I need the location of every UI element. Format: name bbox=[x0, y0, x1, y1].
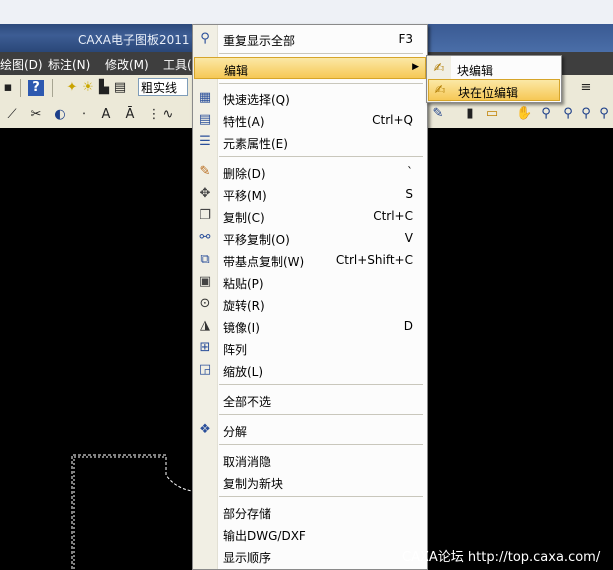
linetype-label: 粗实线 bbox=[141, 81, 178, 95]
menu-item-copy-as-new-block[interactable]: 复制为新块 bbox=[193, 471, 427, 493]
delete-icon: ✎ bbox=[199, 164, 211, 179]
move-icon: ✥ bbox=[199, 186, 211, 201]
block-edit-icon: ✍ bbox=[433, 61, 445, 76]
menu-item-partial-save[interactable]: 部分存储 bbox=[193, 501, 427, 523]
context-menu: ⚲ 重复显示全部 F3 编辑 ▶ ▦ 快速选择(Q) ▤ 特性(A) Ctrl+… bbox=[192, 24, 428, 570]
toolbar-right-row2-end: ⚲ ⚲ ⚲ bbox=[560, 102, 613, 129]
element-attr-icon: ☰ bbox=[199, 134, 211, 149]
menu-item-move[interactable]: ✥ 平移(M) S bbox=[193, 183, 427, 205]
sun-icon[interactable]: ☀ bbox=[80, 80, 96, 96]
menu-tools[interactable]: 工具( bbox=[163, 56, 192, 73]
rotate-icon: ⊙ bbox=[199, 296, 211, 311]
menu-item-rotate[interactable]: ⊙ 旋转(R) bbox=[193, 293, 427, 315]
pan-icon[interactable]: ✋ bbox=[516, 106, 532, 122]
dimension-tool-icon[interactable]: Ā bbox=[122, 107, 138, 123]
menu-item-display-order[interactable]: 显示顺序 bbox=[193, 545, 427, 567]
title-bar-right bbox=[428, 24, 613, 52]
top-strip bbox=[0, 0, 613, 25]
trim-tool-icon[interactable]: ✂ bbox=[28, 107, 44, 123]
menu-draw[interactable]: 绘图(D) bbox=[0, 56, 43, 73]
lightbulb-icon[interactable]: ✦ bbox=[64, 80, 80, 96]
menu-item-scale[interactable]: ◲ 缩放(L) bbox=[193, 359, 427, 381]
base-copy-icon: ⧉ bbox=[200, 252, 210, 267]
zoom-tool-icon[interactable]: ⚲ bbox=[538, 106, 554, 122]
properties-icon: ▤ bbox=[198, 112, 212, 127]
menu-item-paste[interactable]: ▣ 粘贴(P) bbox=[193, 271, 427, 293]
zoom-all-icon[interactable]: ⚲ bbox=[596, 106, 612, 122]
block-inplace-edit-icon: ✍ bbox=[434, 83, 446, 98]
text-tool-icon[interactable]: A bbox=[98, 107, 114, 123]
menu-item-mirror[interactable]: ◮ 镜像(I) D bbox=[193, 315, 427, 337]
menu-item-properties[interactable]: ▤ 特性(A) Ctrl+Q bbox=[193, 109, 427, 131]
menu-item-deselect-all[interactable]: 全部不选 bbox=[193, 389, 427, 411]
edit-toolbar-icon[interactable]: ✎ bbox=[430, 106, 446, 122]
window-title: CAXA电子图板2011 bbox=[78, 33, 190, 47]
menu-item-export-dwg-dxf[interactable]: 输出DWG/DXF bbox=[193, 523, 427, 545]
edit-submenu: ✍ 块编辑 ✍ 块在位编辑 bbox=[426, 55, 562, 103]
submenu-item-block-edit[interactable]: ✍ 块编辑 bbox=[427, 58, 561, 80]
line-tool-icon[interactable]: ⟋ bbox=[4, 107, 20, 123]
toolbar-edge-icon[interactable]: ▪ bbox=[0, 80, 16, 96]
point-tool-icon[interactable]: ⋅ bbox=[76, 107, 92, 123]
scale-icon: ◲ bbox=[198, 362, 212, 377]
menu-toggle-icon[interactable]: ≡ bbox=[578, 80, 594, 96]
menu-item-base-point-copy[interactable]: ⧉ 带基点复制(W) Ctrl+Shift+C bbox=[193, 249, 427, 271]
menu-annotate[interactable]: 标注(N) bbox=[48, 56, 90, 73]
properties-toolbar-icon[interactable]: ▮ bbox=[462, 106, 478, 122]
printer-icon[interactable]: ▤ bbox=[112, 80, 128, 96]
menu-item-delete[interactable]: ✎ 删除(D) ` bbox=[193, 161, 427, 183]
copy-icon: ❐ bbox=[199, 208, 211, 223]
menu-item-repeat-show-all[interactable]: ⚲ 重复显示全部 F3 bbox=[193, 28, 427, 50]
submenu-item-block-inplace-edit[interactable]: ✍ 块在位编辑 bbox=[428, 79, 560, 101]
submenu-arrow-icon: ▶ bbox=[412, 62, 419, 72]
toolbar-right-row2: ✎ ▮ ▭ ✋ ⚲ bbox=[426, 102, 560, 129]
move-copy-icon: ⚯ bbox=[199, 230, 211, 245]
mirror-icon: ◮ bbox=[200, 318, 210, 333]
menu-item-cancel-hide[interactable]: 取消消隐 bbox=[193, 449, 427, 471]
linetype-select[interactable]: 粗实线 bbox=[138, 78, 188, 96]
menu-item-array[interactable]: ⊞ 阵列 bbox=[193, 337, 427, 359]
lock-icon[interactable]: ▙ bbox=[96, 80, 112, 96]
menu-item-element-attributes[interactable]: ☰ 元素属性(E) bbox=[193, 131, 427, 153]
quick-select-icon: ▦ bbox=[198, 90, 212, 105]
circle-tool-icon[interactable]: ◐ bbox=[52, 107, 68, 123]
menu-item-move-copy[interactable]: ⚯ 平移复制(O) V bbox=[193, 227, 427, 249]
wave-tool-icon[interactable]: ∿ bbox=[160, 107, 176, 123]
array-icon: ⊞ bbox=[199, 340, 211, 355]
explode-icon: ❖ bbox=[199, 422, 211, 437]
measure-icon[interactable]: ▭ bbox=[484, 106, 500, 122]
menu-item-copy[interactable]: ❐ 复制(C) Ctrl+C bbox=[193, 205, 427, 227]
watermark: CAXA论坛 http://top.caxa.com/ bbox=[402, 550, 601, 565]
menu-item-quick-select[interactable]: ▦ 快速选择(Q) bbox=[193, 87, 427, 109]
zoom-icon: ⚲ bbox=[200, 31, 210, 46]
menu-item-edit[interactable]: 编辑 ▶ bbox=[194, 57, 426, 79]
zoom-window-icon[interactable]: ⚲ bbox=[578, 106, 594, 122]
help-icon[interactable]: ? bbox=[28, 80, 44, 96]
paste-icon: ▣ bbox=[198, 274, 212, 289]
menu-item-explode[interactable]: ❖ 分解 bbox=[193, 419, 427, 441]
zoom-in-icon[interactable]: ⚲ bbox=[560, 106, 576, 122]
menu-modify[interactable]: 修改(M) bbox=[105, 56, 149, 73]
